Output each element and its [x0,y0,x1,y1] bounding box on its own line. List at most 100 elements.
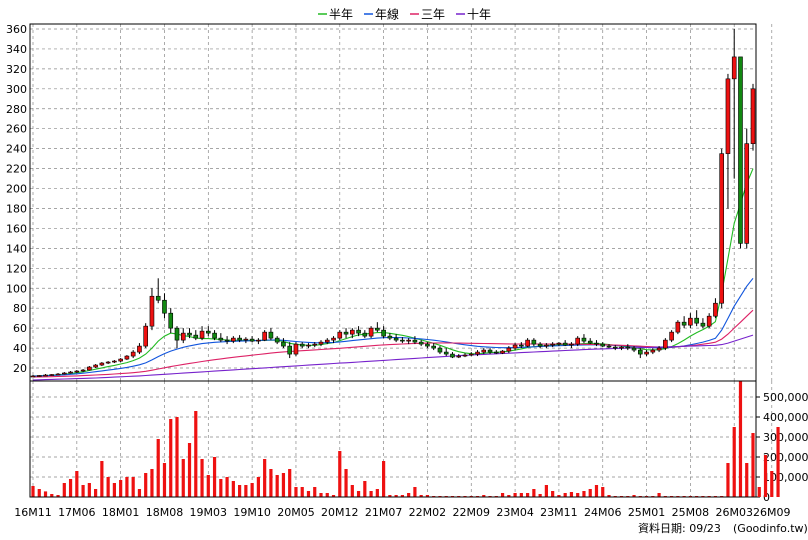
candle-body [437,347,443,353]
candle-body [105,361,111,364]
candle-body [137,345,142,353]
candle-body [49,374,55,376]
candle-body [581,337,587,342]
volume-bar [294,487,298,497]
candle-body [431,345,436,349]
volume-bar [544,485,548,497]
price-y-tick-label: 120 [6,262,27,275]
volume-bar [757,487,761,497]
volume-bar [225,477,229,497]
candle-body [149,295,155,327]
footer: 資料日期: 09/23 (Goodinfo.tw) [638,521,808,535]
volume-bar [231,481,235,497]
candle-body [331,337,336,341]
price-y-tick-label: 260 [6,123,27,136]
volume-bar [413,487,417,497]
candle-body [562,342,568,346]
volume-bar [68,479,73,497]
candle-body [400,339,405,342]
price-y-tick-label: 60 [13,322,27,335]
candle-body [87,366,92,371]
candle-body [700,322,706,327]
candle-body [293,343,299,355]
candle-body [650,349,656,353]
legend-label-1: 年線 [375,7,399,22]
candle-body [669,331,674,341]
volume-bars [31,381,780,497]
candle-body [587,340,593,344]
volume-y-tick-label: 300,000 [763,431,808,444]
candle-body [218,337,224,341]
candle-body [249,338,255,342]
price-y-tick-label: 80 [13,302,27,315]
candle-body [462,354,468,357]
price-y-tick-label: 220 [6,163,27,176]
x-tick-label: 23M04 [496,506,534,519]
volume-bar [519,493,523,497]
candle-body [688,317,693,326]
volume-bar [238,485,242,497]
candle-body [168,312,174,329]
x-tick-label: 19M03 [190,506,228,519]
volume-bar [250,483,254,497]
candle-body [112,360,117,363]
volume-bar [569,492,574,497]
candle-body [406,339,411,342]
volume-bar [363,481,367,497]
candle-body [93,364,98,368]
volume-bar [588,489,592,497]
volume-bar [500,493,505,497]
candle-body [299,343,305,347]
candle-body [118,358,123,362]
volume-bar [563,493,567,497]
candle-body [256,339,261,342]
volume-bar [407,493,411,497]
ma-line-year [32,277,754,377]
volume-bar [582,491,586,497]
candle-body [224,339,230,342]
candle-body [694,317,699,324]
candle-body [550,343,555,346]
volume-bar [181,459,185,497]
candle-body [62,372,67,375]
price-y-tick-label: 160 [6,222,27,235]
x-tick-label: 18M01 [102,506,140,519]
candle-body [99,362,105,366]
volume-bar [175,417,179,497]
legend-label-0: 半年 [329,8,353,22]
candle-body [418,341,424,345]
volume-bar [375,489,379,497]
x-tick-label: 25M01 [628,506,666,519]
ma-line-three-year [32,309,754,378]
candle-body [162,299,167,314]
volume-bar [369,491,373,497]
candle-body [506,347,512,352]
volume-bar [313,487,317,497]
candle-body [356,329,361,334]
x-tick-label: 18M08 [146,506,184,519]
candle-body [713,302,718,317]
volume-bar [119,480,123,497]
volume-bar [275,475,279,497]
volume-bar [125,477,129,497]
candle-body [519,344,524,347]
volume-bar [200,459,204,497]
candle-body [80,369,86,372]
candle-body [324,339,330,343]
candle-body [456,355,462,358]
price-y-tick-label: 300 [6,83,27,96]
volume-bar [551,491,555,497]
volume-bar [350,485,354,497]
legend-label-3: 十年 [467,8,491,22]
volume-bar [594,485,599,497]
candle-body [375,327,380,331]
candle-body [130,351,136,357]
candle-body [212,332,217,339]
candle-body [719,153,724,304]
price-y-tick-label: 180 [6,202,27,215]
volume-bar [112,483,116,497]
candle-body [281,341,286,347]
volume-bar [319,493,323,497]
candle-body [243,338,249,341]
candle-body [268,331,274,339]
